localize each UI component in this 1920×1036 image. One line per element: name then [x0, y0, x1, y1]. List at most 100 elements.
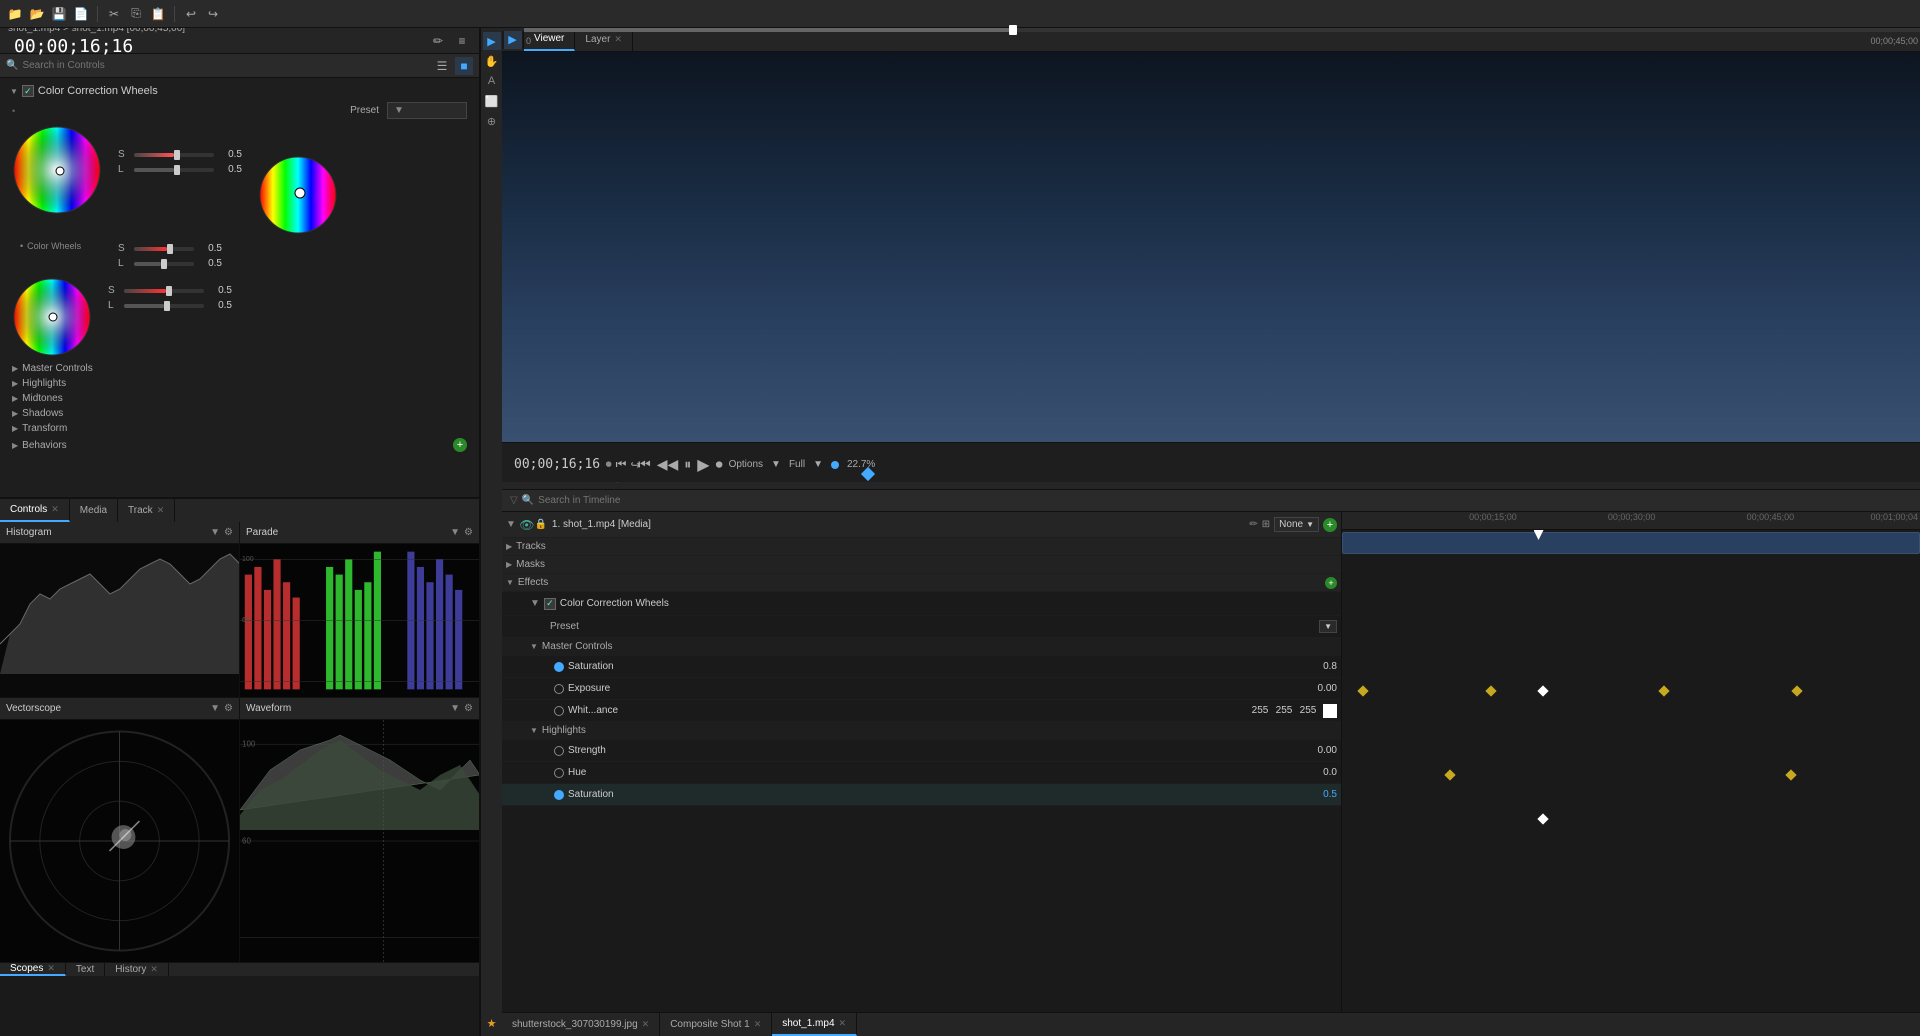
effects-add-btn[interactable]: +	[1325, 577, 1337, 589]
viewer-side-pointer[interactable]: ▶	[504, 31, 522, 49]
slider-s1-track[interactable]	[134, 153, 214, 157]
tab-shot[interactable]: shot_1.mp4 ✕	[772, 1013, 857, 1036]
masks-section[interactable]: ▶ Masks	[502, 556, 1341, 574]
color-correction-header[interactable]: ▼ ✓ Color Correction Wheels	[4, 82, 475, 100]
tab-track[interactable]: Track ✕	[118, 499, 175, 522]
btn-play[interactable]: ▶	[697, 455, 709, 475]
save-icon[interactable]: 💾	[50, 5, 68, 23]
media-add-btn[interactable]: +	[1323, 518, 1337, 532]
btn-play-prev[interactable]: ⏮	[616, 457, 627, 472]
tab-track-close[interactable]: ✕	[157, 505, 165, 516]
btn-record[interactable]: ⏺	[606, 457, 612, 472]
highlights-collapse[interactable]: ▶ Highlights	[4, 376, 475, 391]
tab-shot-close[interactable]: ✕	[839, 1018, 847, 1029]
behaviors-collapse[interactable]: ▶ Behaviors +	[4, 436, 475, 454]
preset-dropdown[interactable]: ▼	[387, 102, 467, 119]
sat-hl-anim-icon[interactable]	[554, 790, 564, 800]
parade-dropdown-icon[interactable]: ▼	[450, 527, 460, 538]
tab-composite[interactable]: Composite Shot 1 ✕	[660, 1013, 772, 1036]
histogram-dropdown-icon[interactable]: ▼	[210, 527, 220, 538]
sat-kf-3[interactable]	[1537, 685, 1548, 696]
tab-media[interactable]: Media	[70, 499, 118, 522]
strength-kf-2[interactable]	[1785, 769, 1796, 780]
undo-icon[interactable]: ↩	[182, 5, 200, 23]
tab-controls[interactable]: Controls ✕	[0, 499, 70, 522]
folder-icon[interactable]: 📂	[28, 5, 46, 23]
tab-scopes-close[interactable]: ✕	[47, 963, 55, 974]
strength-anim-icon[interactable]	[554, 746, 564, 756]
slider-s2-track[interactable]	[134, 247, 194, 251]
transform-collapse[interactable]: ▶ Transform	[4, 421, 475, 436]
tab-history-close[interactable]: ✕	[150, 964, 158, 975]
sat-kf-2[interactable]	[1485, 685, 1496, 696]
controls-blue-icon[interactable]: ■	[455, 57, 473, 75]
wb-color-swatch[interactable]	[1323, 704, 1337, 718]
paste-icon[interactable]: 📋	[149, 5, 167, 23]
sat-hl-kf-1[interactable]	[1537, 813, 1548, 824]
btn-step-back[interactable]: ⏸	[684, 456, 691, 473]
tab-controls-close[interactable]: ✕	[51, 504, 59, 515]
cc-checkbox[interactable]: ✓	[22, 85, 34, 97]
list-icon[interactable]: ☰	[433, 57, 451, 75]
media-grid[interactable]: ⊞	[1262, 519, 1270, 530]
waveform-dropdown-icon[interactable]: ▼	[450, 703, 460, 714]
side-shapes-icon[interactable]: ⬜	[483, 92, 501, 110]
side-pointer-icon[interactable]: ▶	[483, 32, 501, 50]
copy-icon[interactable]: ⎘	[127, 5, 145, 23]
wb-anim-icon[interactable]	[554, 706, 564, 716]
tab-shutterstock-close[interactable]: ✕	[642, 1019, 650, 1030]
vectorscope-settings-icon[interactable]: ⚙	[224, 703, 233, 714]
side-hand-icon[interactable]: ✋	[483, 52, 501, 70]
media-lock-icon[interactable]: 🔒	[534, 518, 548, 532]
shadows-collapse[interactable]: ▶ Shadows	[4, 406, 475, 421]
btn-play-back[interactable]: ◀◀	[657, 456, 679, 473]
none-dropdown[interactable]: None ▼	[1274, 517, 1319, 532]
sat-kf-1[interactable]	[1358, 685, 1369, 696]
master-controls-collapse[interactable]: ▶ Master Controls	[4, 361, 475, 376]
strength-kf-1[interactable]	[1444, 769, 1455, 780]
tab-layer-close[interactable]: ✕	[614, 34, 622, 45]
btn-stop[interactable]: ⏺	[716, 456, 723, 473]
saturation-anim-icon[interactable]	[554, 662, 564, 672]
media-eye-icon[interactable]: 👁	[520, 518, 534, 532]
effects-section[interactable]: ▼ Effects +	[502, 574, 1341, 592]
save-as-icon[interactable]: 📄	[72, 5, 90, 23]
options-label[interactable]: Options	[729, 459, 763, 470]
behaviors-add-btn[interactable]: +	[453, 438, 467, 452]
full-label[interactable]: Full	[789, 459, 805, 470]
slider-l3-track[interactable]	[124, 304, 204, 308]
controls-search-input[interactable]	[22, 60, 222, 71]
tl-expand-media[interactable]: ▼	[506, 519, 516, 530]
cut-icon[interactable]: ✂	[105, 5, 123, 23]
cc-expand[interactable]: ▼	[530, 598, 540, 609]
tab-text[interactable]: Text	[66, 963, 105, 976]
tab-shutterstock[interactable]: shutterstock_307030199.jpg ✕	[502, 1013, 660, 1036]
preset-tl-dropdown[interactable]: ▼	[1319, 620, 1337, 633]
parade-settings-icon[interactable]: ⚙	[464, 527, 473, 538]
hue-anim-icon[interactable]	[554, 768, 564, 778]
slider-l1-track[interactable]	[134, 168, 214, 172]
side-transform-icon[interactable]: ⊕	[483, 112, 501, 130]
histogram-settings-icon[interactable]: ⚙	[224, 527, 233, 538]
open-folder-icon[interactable]: 📁	[6, 5, 24, 23]
media-pencil[interactable]: ✏	[1249, 519, 1257, 530]
tracks-section[interactable]: ▶ Tracks	[502, 538, 1341, 556]
tab-scopes[interactable]: Scopes ✕	[0, 963, 66, 976]
highlights-tl[interactable]: ▼ Highlights	[502, 722, 1341, 740]
slider-l2-track[interactable]	[134, 262, 194, 266]
btn-go-start[interactable]: ⏮	[638, 456, 651, 473]
cc-tl-checkbox[interactable]: ✓	[544, 598, 556, 610]
sat-kf-5[interactable]	[1791, 685, 1802, 696]
vectorscope-dropdown-icon[interactable]: ▼	[210, 703, 220, 714]
redo-icon[interactable]: ↪	[204, 5, 222, 23]
sat-kf-4[interactable]	[1658, 685, 1669, 696]
master-controls-tl[interactable]: ▼ Master Controls	[502, 638, 1341, 656]
tab-history[interactable]: History ✕	[105, 963, 169, 976]
slider-s3-track[interactable]	[124, 289, 204, 293]
tab-composite-close[interactable]: ✕	[754, 1019, 762, 1030]
side-text-icon[interactable]: A	[483, 72, 501, 90]
timeline-search-input[interactable]	[538, 495, 738, 506]
exposure-anim-icon[interactable]	[554, 684, 564, 694]
controls-menu-icon[interactable]: ≡	[453, 32, 471, 50]
side-star-icon[interactable]: ★	[483, 1014, 501, 1032]
